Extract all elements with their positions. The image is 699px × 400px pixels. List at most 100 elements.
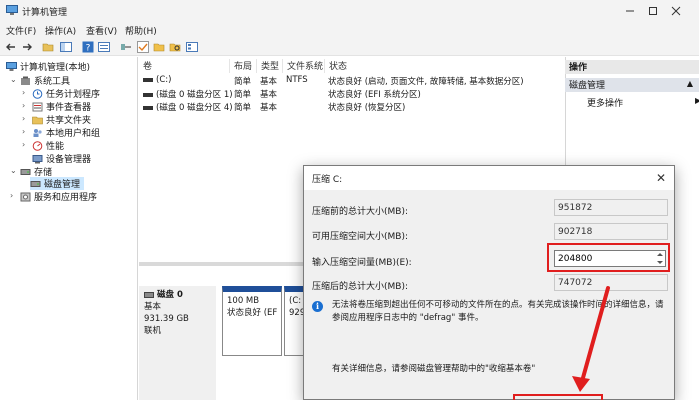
- forward-icon[interactable]: [21, 41, 33, 53]
- volume-status: 状态良好 (启动, 页面文件, 故障转储, 基本数据分区): [328, 77, 524, 87]
- clock-icon: [32, 88, 43, 99]
- tools-icon: [21, 76, 30, 85]
- disk-info[interactable]: 磁盘 0 基本 931.39 GB 联机: [139, 286, 216, 400]
- tree-item-label: 性能: [46, 142, 65, 152]
- volume-icon: [143, 77, 153, 82]
- close-button[interactable]: [653, 0, 699, 22]
- column-header-status[interactable]: 状态: [325, 59, 563, 73]
- table-row[interactable]: (磁盘 0 磁盘分区 1) 简单 基本 状态良好 (EFI 系统分区): [139, 88, 563, 100]
- menu-action[interactable]: 操作(A): [45, 24, 76, 37]
- total-size-before-value: 951872: [554, 199, 668, 216]
- disk-icon: [144, 292, 154, 298]
- dialog-title-bar: 压缩 C: ✕: [304, 166, 674, 190]
- tree-item-label: 本地用户和组: [46, 129, 101, 139]
- menu-help[interactable]: 帮助(H): [125, 24, 157, 37]
- volume-icon: [143, 105, 153, 110]
- volume-type: 基本: [260, 90, 278, 100]
- available-shrink-value: 902718: [554, 223, 668, 240]
- computer-management-icon: [6, 5, 18, 16]
- actions-section-disk-management[interactable]: 磁盘管理 ▲: [565, 78, 699, 92]
- column-header-layout[interactable]: 布局: [230, 59, 257, 73]
- chevron-right-icon[interactable]: ›: [10, 192, 18, 200]
- column-header-volume[interactable]: 卷: [139, 59, 230, 73]
- tree-item-system-tools[interactable]: 系统工具: [20, 74, 70, 87]
- back-icon[interactable]: [5, 41, 17, 53]
- computer-management-icon: [6, 61, 17, 71]
- chevron-down-icon[interactable]: ⌄: [10, 76, 18, 84]
- highlight-box-input: [547, 243, 670, 272]
- tree-item-label: 共享文件夹: [46, 116, 92, 126]
- total-size-after-value: 747072: [554, 274, 668, 291]
- shared-folder-icon: [32, 116, 43, 124]
- tree-root[interactable]: 计算机管理(本地): [6, 60, 90, 73]
- partition-c[interactable]: (C: 929: [284, 286, 304, 356]
- window-title: 计算机管理: [22, 8, 68, 18]
- chevron-down-icon[interactable]: ⌄: [10, 167, 18, 175]
- dialog-title: 压缩 C:: [312, 175, 343, 185]
- title-bar: [0, 0, 699, 22]
- chevron-right-icon[interactable]: ›: [22, 89, 30, 97]
- volume-type: 基本: [260, 77, 278, 87]
- column-header-filesystem[interactable]: 文件系统: [283, 59, 325, 73]
- properties-icon[interactable]: [98, 41, 110, 53]
- performance-icon: [32, 140, 43, 151]
- search-folder-icon[interactable]: [169, 41, 181, 53]
- partition-efi[interactable]: 100 MB 状态良好 (EFI: [222, 286, 282, 356]
- menu-view[interactable]: 查看(V): [86, 24, 117, 37]
- tree-item-performance[interactable]: 性能: [32, 139, 64, 152]
- tree-item-shared-folders[interactable]: 共享文件夹: [32, 113, 91, 126]
- up-folder-icon[interactable]: [42, 41, 54, 53]
- open-folder-icon[interactable]: [153, 41, 165, 53]
- tree-item-task-scheduler[interactable]: 任务计划程序: [32, 87, 100, 100]
- help-icon[interactable]: ?: [82, 41, 94, 53]
- available-shrink-label: 可用压缩空间大小(MB):: [312, 232, 408, 242]
- chevron-right-icon[interactable]: ›: [22, 115, 30, 123]
- chevron-right-icon[interactable]: ›: [22, 141, 30, 149]
- tree-item-label: 磁盘管理: [44, 180, 81, 190]
- tree-item-device-manager[interactable]: 设备管理器: [32, 152, 91, 165]
- menu-file[interactable]: 文件(F): [6, 24, 36, 37]
- device-manager-icon: [32, 154, 43, 163]
- disk-icon: [30, 180, 41, 187]
- shrink-amount-label: 输入压缩空间量(MB)(E):: [312, 258, 412, 268]
- partition-size: 100 MB: [227, 296, 260, 306]
- volume-name: (C:): [156, 75, 172, 85]
- show-hide-tree-icon[interactable]: [60, 41, 72, 53]
- svg-text:?: ?: [86, 44, 91, 54]
- info-icon: i: [312, 301, 323, 312]
- view-icon[interactable]: [186, 41, 198, 53]
- tree-item-label: 设备管理器: [46, 155, 92, 165]
- more-actions[interactable]: 更多操作 ▶: [587, 96, 699, 109]
- actions-section-label: 磁盘管理: [569, 81, 606, 91]
- tree-item-event-viewer[interactable]: 事件查看器: [32, 100, 91, 113]
- volume-icon: [143, 92, 153, 97]
- disk-state: 联机: [144, 326, 162, 336]
- chevron-right-icon[interactable]: ›: [22, 128, 30, 136]
- more-actions-label: 更多操作: [587, 99, 624, 109]
- table-row[interactable]: (磁盘 0 磁盘分区 4) 简单 基本 状态良好 (恢复分区): [139, 101, 563, 113]
- toolbar: ?: [0, 38, 699, 56]
- column-header-type[interactable]: 类型: [257, 59, 283, 73]
- volume-name: (磁盘 0 磁盘分区 1): [156, 90, 233, 100]
- check-icon[interactable]: [137, 41, 149, 53]
- tree-item-services-apps[interactable]: 服务和应用程序: [20, 190, 97, 203]
- actions-header: 操作: [565, 60, 699, 74]
- disk-kind: 基本: [144, 302, 162, 312]
- dialog-close-icon[interactable]: ✕: [656, 171, 666, 185]
- tree-item-label: 任务计划程序: [46, 90, 101, 100]
- connect-icon[interactable]: [120, 41, 132, 53]
- tree-item-label: 事件查看器: [46, 103, 92, 113]
- tree-item-disk-management[interactable]: 磁盘管理: [30, 177, 84, 190]
- close-icon: [671, 6, 681, 16]
- storage-icon: [20, 168, 31, 175]
- partition-size: 929: [289, 308, 304, 318]
- partition-label: (C:: [289, 296, 302, 306]
- tree-item-local-users[interactable]: 本地用户和组: [32, 126, 100, 139]
- volume-name: (磁盘 0 磁盘分区 4): [156, 103, 233, 113]
- chevron-right-icon[interactable]: ›: [22, 102, 30, 110]
- volume-type: 基本: [260, 103, 278, 113]
- tree-item-label: 系统工具: [34, 77, 71, 87]
- total-size-after-label: 压缩后的总计大小(MB):: [312, 282, 408, 292]
- table-row[interactable]: (C:) 简单 基本 NTFS 状态良好 (启动, 页面文件, 故障转储, 基本…: [139, 75, 563, 87]
- users-icon: [33, 128, 42, 137]
